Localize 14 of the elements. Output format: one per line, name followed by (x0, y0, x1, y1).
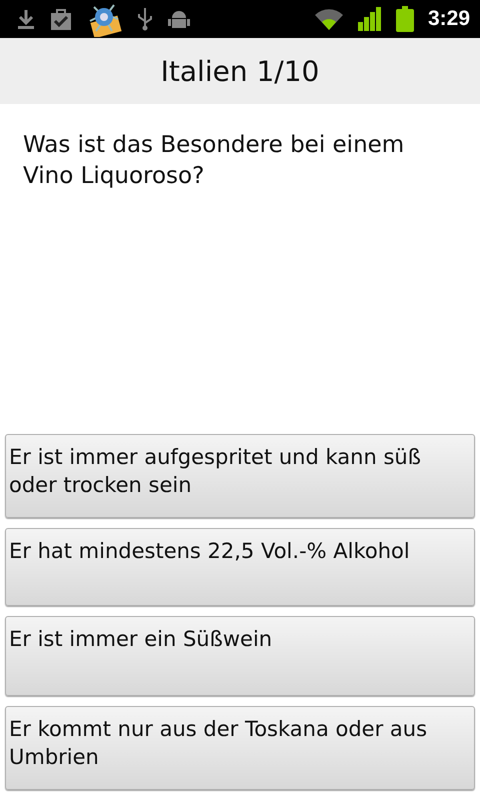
battery-icon (396, 6, 414, 32)
answer-button[interactable]: Er ist immer ein Süßwein (5, 616, 475, 696)
wifi-icon (314, 8, 344, 30)
question-text: Was ist das Besondere bei einem Vino Liquoroso? (22, 131, 406, 191)
clock-time: 3:29 (428, 7, 470, 31)
answer-button[interactable]: Er ist immer aufgespritet und kann süß oder trocken sein (5, 434, 475, 518)
answer-button[interactable]: Er hat mindestens 22,5 Vol.-% Alkohol (5, 528, 475, 606)
answer-button[interactable]: Er kommt nur aus der Toskana oder aus Umbrien (5, 706, 475, 790)
signal-icon (358, 7, 382, 31)
shopping-bag-icon (50, 7, 72, 31)
quiz-title: Italien 1/10 (160, 54, 320, 88)
usb-icon (136, 7, 154, 31)
android-icon (168, 8, 190, 30)
download-icon (16, 8, 36, 30)
